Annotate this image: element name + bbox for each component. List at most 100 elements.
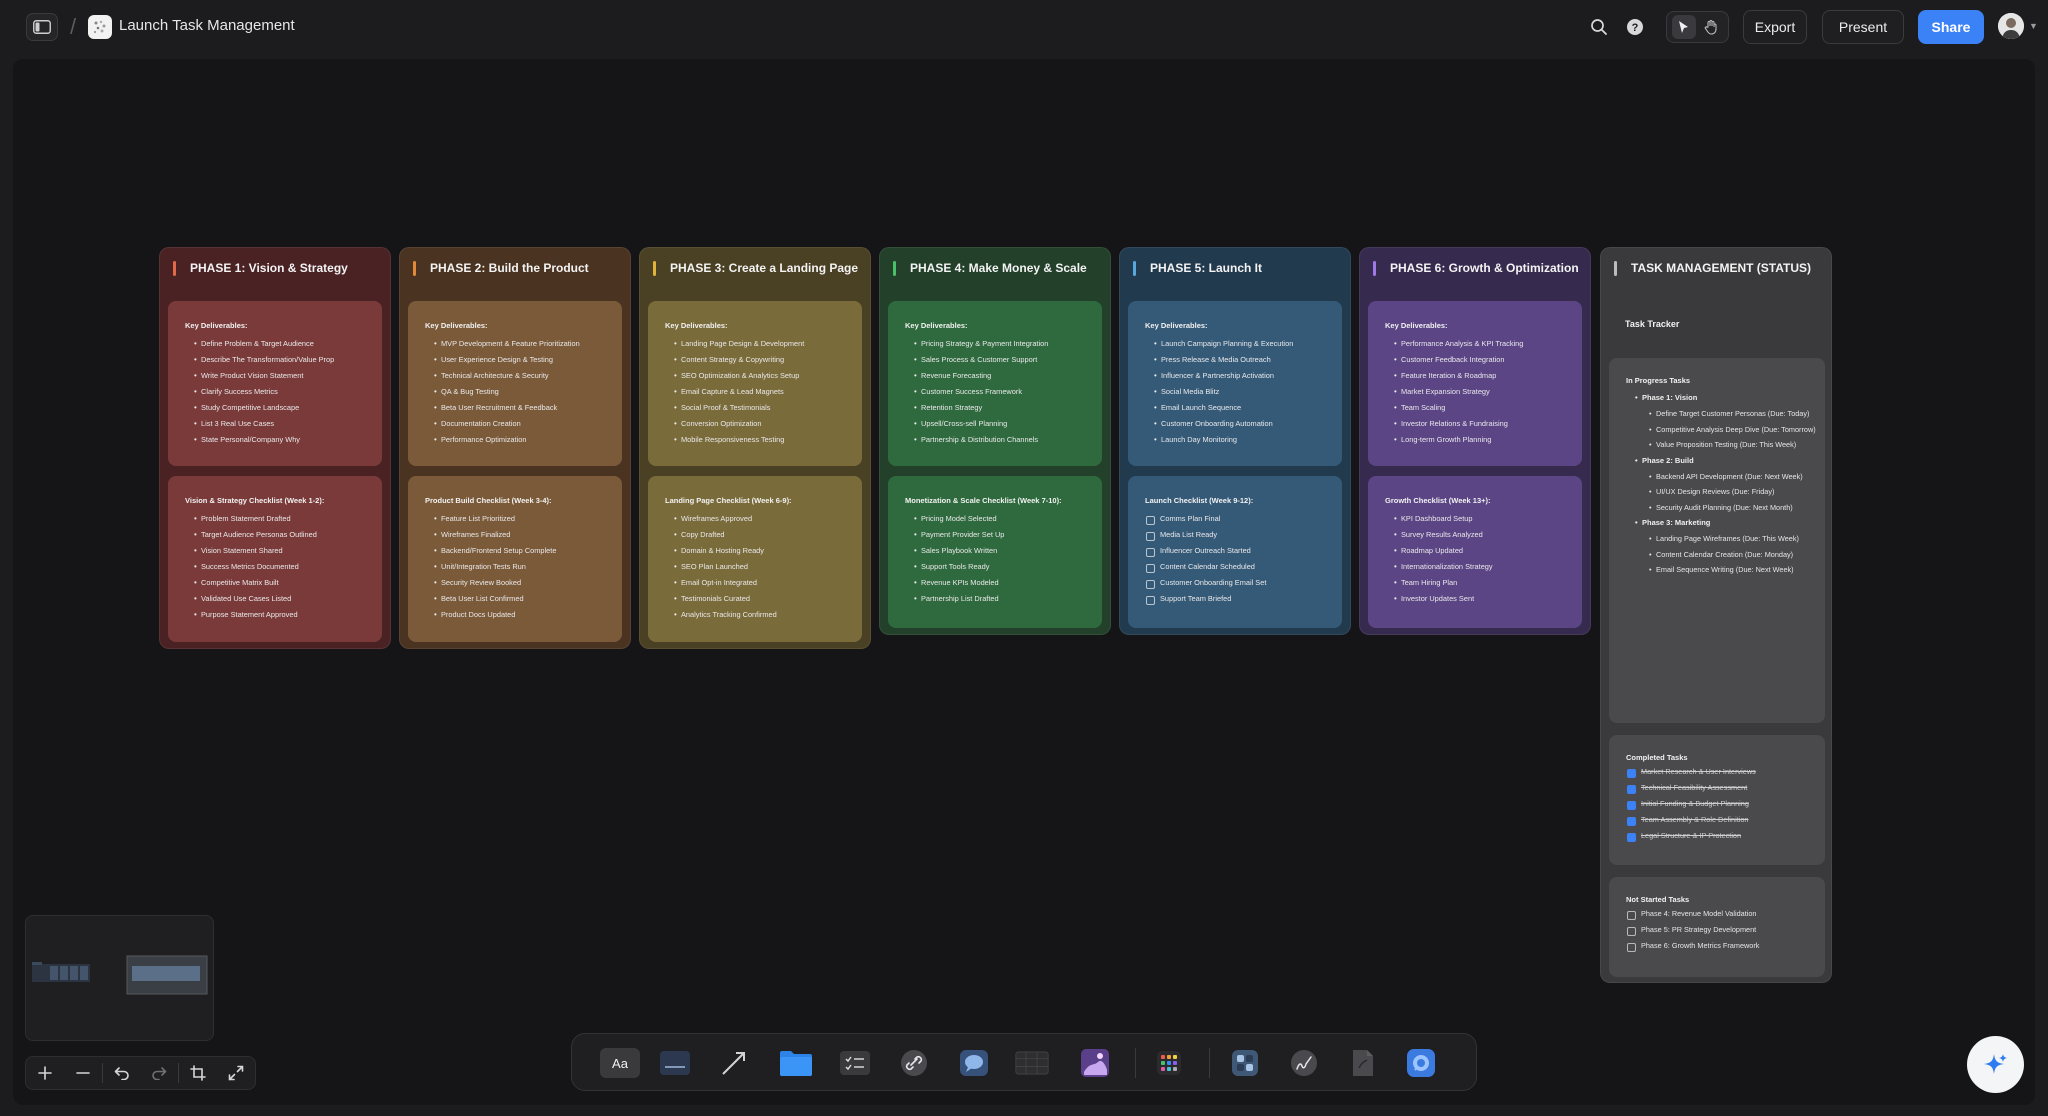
user-avatar[interactable] <box>1998 13 2024 39</box>
in-progress-task[interactable]: Landing Page Wireframes (Due: This Week) <box>1626 532 1816 546</box>
phase-column-6[interactable]: PHASE 6: Growth & Optimization Key Deliv… <box>1359 247 1591 635</box>
ai-sparkle-button[interactable] <box>1967 1036 2024 1093</box>
task-management-header: TASK MANAGEMENT (STATUS) <box>1614 259 1811 277</box>
in-progress-task[interactable]: Competitive Analysis Deep Dive (Due: Tom… <box>1626 423 1816 437</box>
card-title: Key Deliverables: <box>1385 321 1448 330</box>
completed-task-checkbox[interactable]: Team Assembly & Role Definition <box>1626 812 1825 828</box>
search-icon <box>1591 19 1607 35</box>
checklist-item: Partnership List Drafted <box>905 591 1102 607</box>
in-progress-task[interactable]: Content Calendar Creation (Due: Monday) <box>1626 548 1816 562</box>
link-tool[interactable] <box>897 1047 931 1079</box>
deliverable-item: Landing Page Design & Development <box>665 336 862 352</box>
checklist-item: Beta User List Confirmed <box>425 591 622 607</box>
checklist-card[interactable]: Monetization & Scale Checklist (Week 7-1… <box>888 476 1102 628</box>
checklist-tool[interactable] <box>838 1047 872 1079</box>
checklist-card[interactable]: Landing Page Checklist (Week 6-9): Wiref… <box>648 476 862 642</box>
not-started-task-checkbox[interactable]: Phase 6: Growth Metrics Framework <box>1626 938 1825 954</box>
key-deliverables-card[interactable]: Key Deliverables: Launch Campaign Planni… <box>1128 301 1342 466</box>
checkbox-item[interactable]: Content Calendar Scheduled <box>1145 559 1342 575</box>
table-tool[interactable] <box>1015 1047 1049 1079</box>
checklist-card[interactable]: Product Build Checklist (Week 3-4): Feat… <box>408 476 622 642</box>
fullscreen-button[interactable] <box>217 1056 255 1090</box>
minimap[interactable] <box>25 915 214 1041</box>
document-tool[interactable] <box>1346 1047 1380 1079</box>
text-tool[interactable]: Aa <box>600 1048 640 1078</box>
board-icon[interactable] <box>88 15 112 39</box>
phase-column-4[interactable]: PHASE 4: Make Money & Scale Key Delivera… <box>879 247 1111 635</box>
board-title[interactable]: Launch Task Management <box>119 17 295 34</box>
hand-tool-button[interactable] <box>1699 15 1723 39</box>
zoom-controls <box>25 1056 256 1090</box>
select-tool-button[interactable] <box>1672 15 1697 39</box>
in-progress-task[interactable]: Backend API Development (Due: Next Week) <box>1626 470 1816 484</box>
phase-column-5[interactable]: PHASE 5: Launch It Key Deliverables: Lau… <box>1119 247 1351 635</box>
phase-column-1[interactable]: PHASE 1: Vision & Strategy Key Deliverab… <box>159 247 391 649</box>
checklist-card[interactable]: Launch Checklist (Week 9-12): Comms Plan… <box>1128 476 1342 628</box>
key-deliverables-card[interactable]: Key Deliverables: MVP Development & Feat… <box>408 301 622 466</box>
sidebar-icon <box>33 20 51 34</box>
ai-assistant-tool[interactable] <box>1404 1047 1438 1079</box>
phase-accent-bar <box>893 260 896 276</box>
redo-button[interactable] <box>140 1056 178 1090</box>
checkbox-item[interactable]: Customer Onboarding Email Set <box>1145 575 1342 591</box>
completed-task-checkbox[interactable]: Initial Funding & Budget Planning <box>1626 796 1825 812</box>
search-button[interactable] <box>1586 14 1612 40</box>
apps-tool[interactable] <box>1152 1047 1186 1079</box>
completed-task-checkbox[interactable]: Market Research & User Interviews <box>1626 764 1825 780</box>
completed-task-checkbox[interactable]: Technical Feasibility Assessment <box>1626 780 1825 796</box>
in-progress-card[interactable]: In Progress Tasks Phase 1: Vision Define … <box>1609 358 1825 723</box>
zoom-in-button[interactable] <box>26 1056 64 1090</box>
in-progress-task[interactable]: UI/UX Design Reviews (Due: Friday) <box>1626 485 1816 499</box>
in-progress-task[interactable]: Email Sequence Writing (Due: Next Week) <box>1626 563 1816 577</box>
checkbox-item[interactable]: Comms Plan Final <box>1145 511 1342 527</box>
zoom-out-button[interactable] <box>64 1056 102 1090</box>
chevron-down-icon[interactable]: ▼ <box>2029 21 2038 31</box>
key-deliverables-card[interactable]: Key Deliverables: Define Problem & Targe… <box>168 301 382 466</box>
checkbox-item[interactable]: Media List Ready <box>1145 527 1342 543</box>
undo-button[interactable] <box>103 1056 141 1090</box>
share-button[interactable]: Share <box>1918 10 1984 44</box>
task-management-panel[interactable]: TASK MANAGEMENT (STATUS) Task Tracker In… <box>1600 247 1832 983</box>
phase-header: PHASE 3: Create a Landing Page <box>653 259 858 277</box>
image-tool[interactable] <box>1078 1047 1112 1079</box>
not-started-task-checkbox[interactable]: Phase 4: Revenue Model Validation <box>1626 906 1825 922</box>
phase-title: PHASE 4: Make Money & Scale <box>910 261 1087 275</box>
not-started-card[interactable]: Not Started Tasks Phase 4: Revenue Model… <box>1609 877 1825 977</box>
checklist-card[interactable]: Vision & Strategy Checklist (Week 1-2): … <box>168 476 382 642</box>
help-button[interactable]: ? <box>1622 14 1648 40</box>
sticky-note-tool[interactable] <box>658 1047 692 1079</box>
checkbox-item[interactable]: Support Team Briefed <box>1145 591 1342 607</box>
checklist-item: Testimonials Curated <box>665 591 862 607</box>
export-button[interactable]: Export <box>1743 10 1807 44</box>
in-progress-task[interactable]: Security Audit Planning (Due: Next Month… <box>1626 501 1816 515</box>
card-title: Launch Checklist (Week 9-12): <box>1145 496 1254 505</box>
key-deliverables-card[interactable]: Key Deliverables: Pricing Strategy & Pay… <box>888 301 1102 466</box>
key-deliverables-card[interactable]: Key Deliverables: Landing Page Design & … <box>648 301 862 466</box>
present-button[interactable]: Present <box>1822 10 1904 44</box>
line-arrow-tool[interactable] <box>717 1047 751 1079</box>
checkbox-item[interactable]: Influencer Outreach Started <box>1145 543 1342 559</box>
comment-tool[interactable] <box>957 1047 991 1079</box>
phase-column-3[interactable]: PHASE 3: Create a Landing Page Key Deliv… <box>639 247 871 649</box>
checklist-item: KPI Dashboard Setup <box>1385 511 1582 527</box>
completed-task-checkbox[interactable]: Legal Structure & IP Protection <box>1626 828 1825 844</box>
completed-card[interactable]: Completed Tasks Market Research & User I… <box>1609 735 1825 865</box>
arrow-icon <box>722 1052 745 1075</box>
deliverable-item: Social Proof & Testimonials <box>665 400 862 416</box>
widget-tool[interactable] <box>1228 1047 1262 1079</box>
in-progress-task[interactable]: Value Proposition Testing (Due: This Wee… <box>1626 438 1816 452</box>
card-title: Key Deliverables: <box>905 321 968 330</box>
checklist-card[interactable]: Growth Checklist (Week 13+): KPI Dashboa… <box>1368 476 1582 628</box>
draw-tool[interactable] <box>1287 1047 1321 1079</box>
phase-column-2[interactable]: PHASE 2: Build the Product Key Deliverab… <box>399 247 631 649</box>
folder-tool[interactable] <box>779 1047 813 1079</box>
in-progress-task[interactable]: Define Target Customer Personas (Due: To… <box>1626 407 1816 421</box>
key-deliverables-card[interactable]: Key Deliverables: Performance Analysis &… <box>1368 301 1582 466</box>
sidebar-toggle-button[interactable] <box>26 13 58 41</box>
deliverable-item: Retention Strategy <box>905 400 1102 416</box>
fit-to-screen-button[interactable] <box>179 1056 217 1090</box>
comment-icon <box>960 1050 988 1076</box>
deliverable-item: Technical Architecture & Security <box>425 368 622 384</box>
not-started-task-checkbox[interactable]: Phase 5: PR Strategy Development <box>1626 922 1825 938</box>
deliverable-item: QA & Bug Testing <box>425 384 622 400</box>
